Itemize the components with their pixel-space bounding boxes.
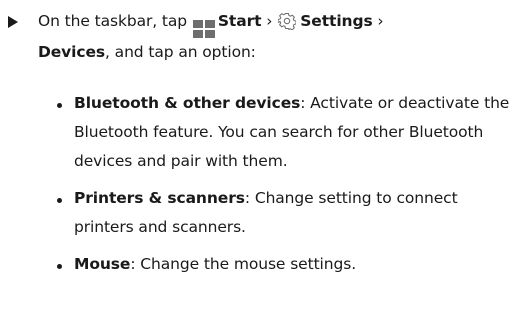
option-list: Bluetooth & other devices: Activate or d… bbox=[56, 89, 516, 279]
step-arrow-icon bbox=[8, 16, 18, 28]
windows-logo-icon bbox=[192, 20, 215, 38]
option-text: : Change the mouse settings. bbox=[130, 255, 357, 273]
step-text: On the taskbar, tap Start › Settings › De… bbox=[38, 7, 508, 67]
option-title: Bluetooth & other devices bbox=[74, 94, 301, 112]
list-item: Bluetooth & other devices: Activate or d… bbox=[56, 89, 516, 176]
list-item: Mouse: Change the mouse settings. bbox=[56, 250, 516, 279]
separator-1: › bbox=[261, 12, 278, 30]
settings-label: Settings bbox=[300, 12, 373, 30]
option-title: Printers & scanners bbox=[74, 189, 245, 207]
option-title: Mouse bbox=[74, 255, 131, 273]
step-suffix: , and tap an option: bbox=[105, 43, 256, 61]
start-label: Start bbox=[217, 12, 262, 30]
gear-icon bbox=[278, 12, 297, 30]
bullet-icon bbox=[57, 198, 62, 203]
devices-label: Devices bbox=[38, 43, 106, 61]
bullet-icon bbox=[57, 103, 62, 108]
list-item: Printers & scanners: Change setting to c… bbox=[56, 184, 516, 242]
bullet-icon bbox=[57, 264, 62, 269]
step-prefix: On the taskbar, tap bbox=[38, 12, 188, 30]
separator-2: › bbox=[372, 12, 384, 30]
document-page: On the taskbar, tap Start › Settings › De… bbox=[0, 0, 528, 327]
